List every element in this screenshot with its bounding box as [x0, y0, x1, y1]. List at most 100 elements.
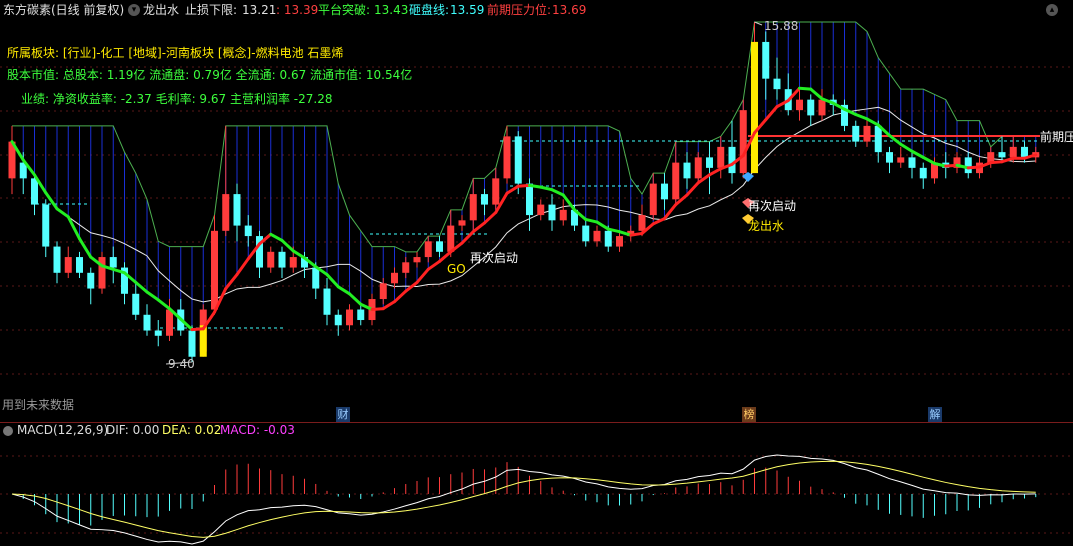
trend-ma-segment [505, 184, 520, 195]
candle-body [908, 157, 916, 168]
candle-body [874, 125, 882, 153]
candle-body [672, 162, 680, 200]
candle-body [796, 99, 803, 111]
candle-body [222, 194, 230, 231]
candle-body [334, 314, 342, 326]
candle-body [526, 183, 533, 216]
low-price-label: 9.40 [168, 357, 195, 371]
candle-body [346, 309, 353, 326]
candle-body [537, 204, 545, 216]
restart-label-1: 再次启动 [470, 251, 519, 265]
candle-body [413, 257, 421, 263]
event-marker-finance[interactable]: 财 [336, 407, 350, 422]
trend-ma-segment [471, 221, 486, 234]
trend-ma-segment [685, 181, 700, 197]
candle-body [492, 178, 500, 205]
candle-body [638, 215, 646, 231]
candle-body [818, 99, 826, 116]
trend-ma-segment [370, 307, 385, 312]
candle-body [649, 183, 657, 216]
trend-ma-segment [798, 86, 813, 91]
trend-ma-segment [55, 207, 70, 219]
macd-label[interactable]: MACD(12,26,9) [17, 423, 108, 437]
trend-ma-segment [528, 183, 543, 189]
trend-ma-segment [280, 238, 295, 253]
candle-body [886, 152, 893, 163]
candle-body [919, 167, 927, 179]
trend-ma-segment [910, 149, 925, 159]
trend-ma-segment [348, 292, 363, 306]
trend-ma-segment [393, 289, 408, 304]
candle-body [132, 293, 140, 315]
trend-ma-segment [899, 142, 914, 153]
perf-line: 业绩: 净资收益率: -2.37 毛利率: 9.67 主营利润率 -27.28 [21, 92, 333, 106]
candle-body [998, 152, 1006, 158]
high-price-label: 15.88 [764, 19, 799, 33]
trend-ma-segment [438, 250, 453, 263]
candle-body [143, 314, 151, 331]
trend-ma-segment [134, 280, 149, 294]
trend-ma-segment [66, 215, 81, 241]
trend-ma-segment [78, 237, 93, 259]
trend-ma-segment [415, 267, 430, 284]
trend-ma-segment [381, 300, 396, 311]
dragon-label: 龙出水 [748, 219, 785, 233]
trend-ma-segment [561, 193, 576, 212]
candle-body [852, 125, 860, 142]
candle-body [481, 194, 488, 205]
restart-label-2: 再次启动 [748, 199, 797, 213]
event-marker-unlock[interactable]: 解 [928, 407, 942, 422]
candle-body [762, 41, 770, 79]
candle-body [593, 230, 601, 242]
macd-dif: DIF: 0.00 [106, 423, 160, 437]
panel-separator [0, 422, 1073, 423]
trend-ma-segment [516, 183, 531, 188]
candle-body [582, 225, 590, 242]
candle-body [447, 225, 455, 252]
candle-body [31, 178, 38, 205]
candle-body [548, 204, 556, 221]
trend-ma-segment [809, 87, 824, 101]
candle-body [683, 162, 691, 179]
trend-ma-segment [764, 105, 779, 122]
trend-ma-segment [269, 232, 284, 242]
trend-ma-segment [989, 160, 1004, 165]
macd-toggle-icon[interactable] [3, 426, 13, 436]
candle-body [964, 157, 972, 174]
candle-body [53, 246, 61, 273]
candle-body [616, 236, 623, 247]
trend-ma-segment [336, 285, 351, 296]
trend-ma-segment [539, 185, 554, 192]
trend-ma-segment [325, 273, 340, 289]
candle-body [604, 230, 612, 247]
dragon-candle [751, 41, 758, 174]
candle-body [64, 257, 72, 273]
capital-line: 股本市值: 总股本: 1.19亿 流通盘: 0.79亿 全流通: 0.67 流通… [7, 68, 413, 82]
trend-ma-segment [483, 210, 498, 225]
trend-ma-segment [190, 327, 205, 332]
candle-body [278, 251, 286, 268]
sector-line: 所属板块: [行业]-化工 [地域]-河南板块 [概念]-燃料电池 石墨烯 [7, 46, 344, 60]
trend-ma-segment [921, 155, 936, 165]
trend-ma-segment [460, 230, 475, 245]
candle-body [807, 99, 815, 116]
candle-body [109, 257, 117, 268]
candle-body [773, 78, 781, 90]
candle-body [514, 136, 522, 184]
candle-body [728, 146, 736, 174]
candle-body [436, 241, 443, 252]
event-marker-bang[interactable]: 榜 [742, 407, 756, 422]
trend-ma-segment [595, 220, 610, 231]
candle-body [87, 272, 95, 289]
trend-ma-segment [156, 298, 171, 311]
candle-body [897, 157, 905, 163]
trend-ma-segment [966, 165, 981, 170]
candle-body [402, 262, 410, 273]
candle-body [863, 125, 871, 142]
candle-body [357, 309, 365, 321]
candle-body [739, 110, 747, 174]
candle-body [233, 194, 241, 226]
trend-ma-segment [865, 117, 880, 127]
trend-ma-segment [235, 257, 250, 277]
candle-body [717, 146, 725, 168]
